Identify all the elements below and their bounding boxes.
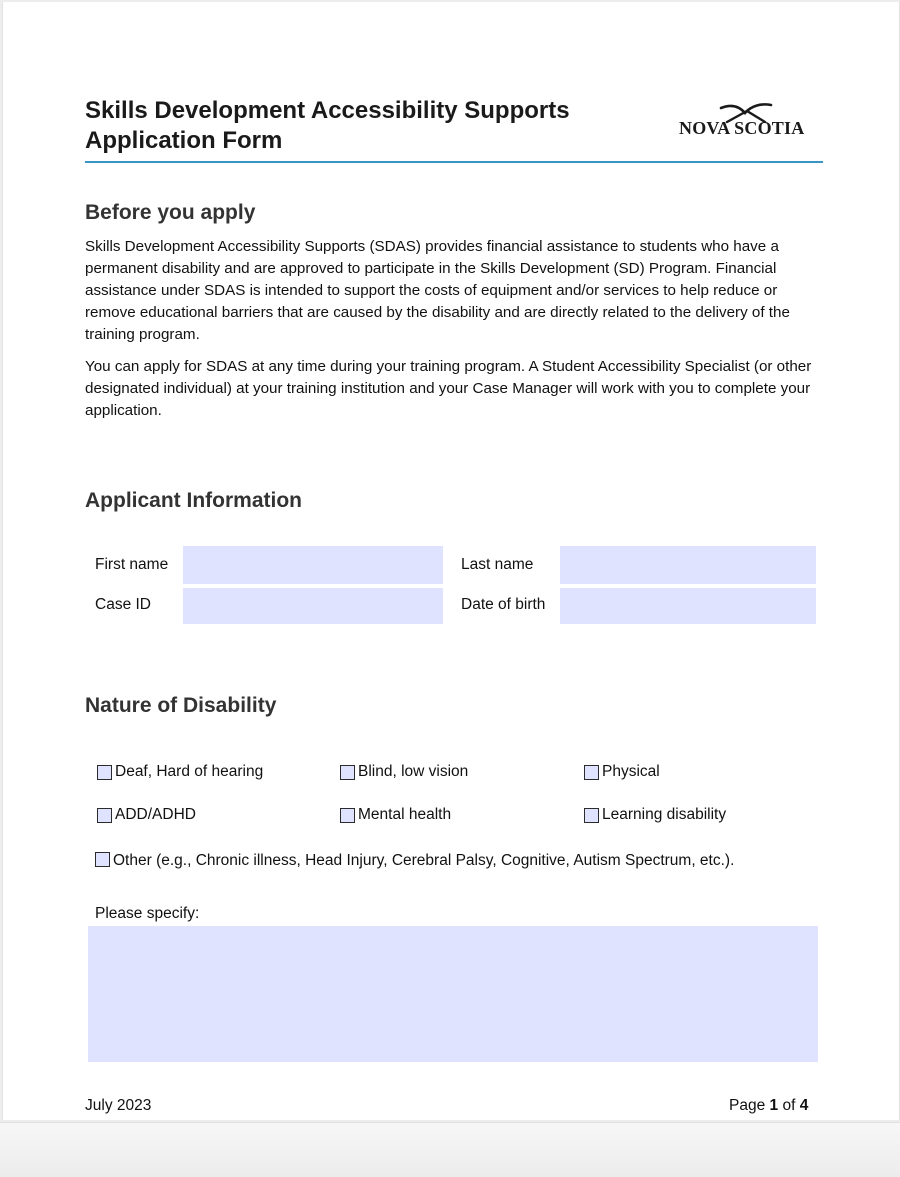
page-total: 4 — [799, 1097, 809, 1114]
checkbox-add-adhd[interactable]: ADD/ADHD — [97, 806, 196, 824]
checkbox-box[interactable] — [97, 807, 112, 823]
page-number: Page 1 of 4 — [729, 1097, 808, 1115]
title-line-1: Skills Development Accessibility Support… — [85, 97, 570, 124]
intro-paragraph-2: You can apply for SDAS at any time durin… — [85, 358, 812, 419]
checkbox-label: Deaf, Hard of hearing — [115, 763, 264, 780]
nova-scotia-logo: NOVA SCOTIA — [679, 102, 819, 142]
checkbox-box[interactable] — [97, 764, 112, 780]
first-name-label: First name — [95, 556, 169, 573]
logo-wordmark: NOVA SCOTIA — [679, 118, 805, 138]
page-prefix: Page — [729, 1097, 766, 1114]
other-checkbox-label: Other (e.g., Chronic illness, Head Injur… — [113, 852, 735, 869]
checkbox-label: ADD/ADHD — [115, 806, 196, 823]
case-id-label: Case ID — [95, 596, 151, 613]
applicant-information-heading: Applicant Information — [85, 489, 302, 512]
document-page: Skills Development Accessibility Support… — [2, 2, 900, 1120]
date-of-birth-label: Date of birth — [461, 596, 546, 613]
footer-date: July 2023 — [85, 1097, 152, 1114]
page-current: 1 — [769, 1097, 779, 1114]
checkbox-box[interactable] — [340, 764, 355, 780]
checkbox-deaf-hard-of-hearing[interactable]: Deaf, Hard of hearing — [97, 763, 263, 781]
before-you-apply-heading: Before you apply — [85, 201, 256, 224]
checkbox-label: Physical — [602, 763, 660, 780]
checkbox-label: Mental health — [358, 806, 452, 823]
case-id-field[interactable] — [183, 588, 443, 624]
nature-of-disability-heading: Nature of Disability — [85, 694, 277, 717]
checkbox-box[interactable] — [95, 852, 110, 867]
checkbox-box[interactable] — [584, 807, 599, 823]
page-title: Skills Development Accessibility Support… — [85, 96, 665, 156]
checkbox-box[interactable] — [340, 807, 355, 823]
checkbox-label: Blind, low vision — [358, 763, 469, 780]
title-line-2: Application Form — [85, 127, 283, 154]
checkbox-box[interactable] — [584, 764, 599, 780]
checkbox-blind-low-vision[interactable]: Blind, low vision — [340, 763, 468, 781]
intro-paragraph-1: Skills Development Accessibility Support… — [85, 238, 790, 343]
checkbox-physical[interactable]: Physical — [584, 763, 660, 781]
checkbox-label: Learning disability — [602, 806, 727, 823]
checkbox-other[interactable]: Other (e.g., Chronic illness, Head Injur… — [95, 850, 815, 872]
viewer-bottom-area — [0, 1122, 900, 1177]
last-name-field[interactable] — [560, 546, 816, 584]
title-divider — [85, 161, 823, 163]
please-specify-label: Please specify: — [95, 905, 200, 922]
first-name-field[interactable] — [183, 546, 443, 584]
date-of-birth-field[interactable] — [560, 588, 816, 624]
checkbox-mental-health[interactable]: Mental health — [340, 806, 451, 824]
last-name-label: Last name — [461, 556, 534, 573]
page-of: of — [782, 1097, 796, 1114]
please-specify-textarea[interactable] — [88, 926, 818, 1062]
checkbox-learning-disability[interactable]: Learning disability — [584, 806, 726, 824]
